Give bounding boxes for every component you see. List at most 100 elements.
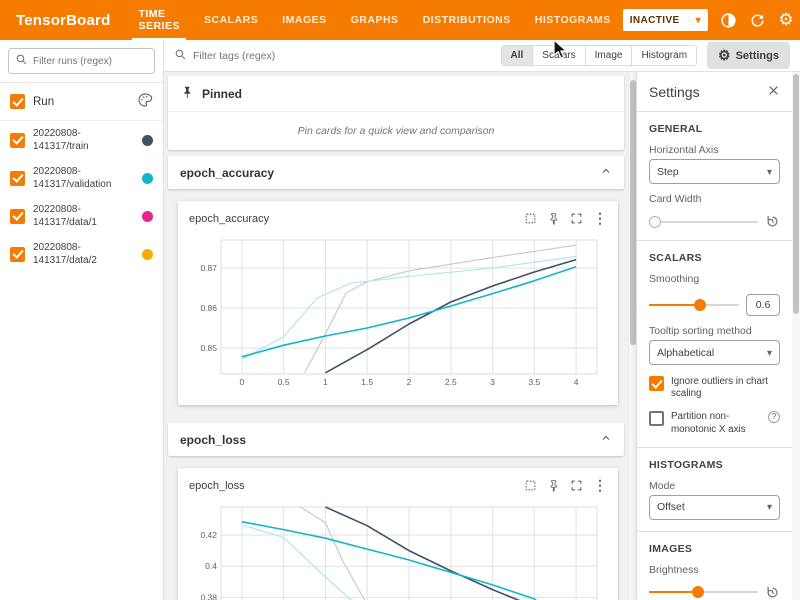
settings-panel-title: Settings [649, 84, 700, 100]
reset-card-width-icon[interactable] [765, 214, 780, 229]
pin-card-icon[interactable] [547, 479, 560, 492]
tooltip-sorting-select[interactable]: Alphabetical [649, 340, 780, 365]
run-name-line2: 141317/data/2 [33, 254, 97, 267]
chevron-up-icon[interactable] [600, 165, 612, 180]
refresh-icon[interactable] [748, 11, 766, 29]
smoothing-slider[interactable] [649, 298, 739, 312]
section-epoch-accuracy: epoch_accuracy epoch_accuracy [168, 156, 624, 417]
filter-tags-input[interactable]: Filter tags (regex) [174, 48, 275, 64]
help-icon[interactable] [768, 411, 780, 423]
gear-icon[interactable] [777, 11, 795, 29]
tab-distributions[interactable]: DISTRIBUTIONS [411, 0, 523, 40]
scalars-heading: SCALARS [649, 252, 780, 264]
settings-toggle-button[interactable]: Settings [707, 42, 790, 69]
pin-card-icon[interactable] [547, 212, 560, 225]
filter-image-button[interactable]: Image [585, 46, 632, 65]
run-color-dot[interactable] [142, 173, 153, 184]
status-value: INACTIVE [630, 15, 680, 26]
theme-contrast-icon[interactable] [719, 11, 737, 29]
card-actions [524, 477, 607, 494]
settings-button-label: Settings [736, 50, 779, 62]
main-scrollbar[interactable] [628, 72, 636, 600]
histograms-heading: HISTOGRAMS [649, 459, 780, 471]
run-name-line2: 141317/train [33, 140, 89, 153]
scrollbar-thumb[interactable] [793, 74, 799, 314]
settings-scrollbar[interactable] [792, 72, 800, 600]
run-row-data-1[interactable]: 20220808- 141317/data/1 [0, 197, 163, 235]
card-header: epoch_accuracy [187, 206, 609, 230]
scalar-card-epoch-accuracy: epoch_accuracy [178, 201, 618, 405]
fullscreen-icon[interactable] [570, 212, 583, 225]
select-all-runs-checkbox[interactable] [10, 94, 25, 109]
tab-time-series[interactable]: TIME SERIES [126, 0, 192, 40]
brightness-label: Brightness [649, 564, 780, 576]
epoch-loss-chart[interactable]: 00.511.522.533.540.360.380.40.42 [187, 499, 609, 600]
run-checkbox[interactable] [10, 133, 25, 148]
run-row-train[interactable]: 20220808- 141317/train [0, 121, 163, 159]
section-title: epoch_accuracy [180, 166, 274, 180]
close-icon[interactable] [767, 84, 780, 100]
run-color-dot[interactable] [142, 135, 153, 146]
horizontal-axis-value: Step [657, 166, 679, 178]
chart-container: 00.511.522.533.540.360.380.40.42 [187, 499, 609, 600]
svg-text:0.42: 0.42 [200, 530, 217, 540]
chevron-up-icon[interactable] [600, 432, 612, 447]
partition-x-axis-checkbox[interactable] [649, 411, 664, 426]
tab-histograms[interactable]: HISTOGRAMS [523, 0, 623, 40]
card-actions [524, 210, 607, 227]
divider [637, 531, 792, 532]
filter-runs-placeholder: Filter runs (regex) [33, 56, 112, 67]
card-header: epoch_loss [187, 473, 609, 497]
pinned-title: Pinned [202, 87, 242, 101]
ignore-outliers-checkbox[interactable] [649, 376, 664, 391]
run-checkbox[interactable] [10, 247, 25, 262]
data-fit-icon[interactable] [524, 212, 537, 225]
filter-all-button[interactable]: All [502, 46, 533, 65]
fullscreen-icon[interactable] [570, 479, 583, 492]
settings-panel-header: Settings [649, 84, 780, 100]
more-options-icon[interactable] [593, 477, 607, 494]
svg-text:1.5: 1.5 [361, 377, 373, 387]
filter-histogram-button[interactable]: Histogram [631, 46, 696, 65]
filter-runs-input[interactable]: Filter runs (regex) [8, 48, 155, 74]
more-options-icon[interactable] [593, 210, 607, 227]
svg-text:0: 0 [240, 377, 245, 387]
data-fit-icon[interactable] [524, 479, 537, 492]
histogram-mode-select[interactable]: Offset [649, 495, 780, 520]
svg-text:3.5: 3.5 [528, 377, 540, 387]
histogram-mode-value: Offset [657, 501, 685, 513]
horizontal-axis-select[interactable]: Step [649, 159, 780, 184]
chevron-down-icon [767, 347, 772, 359]
tab-graphs[interactable]: GRAPHS [339, 0, 411, 40]
section-header-epoch-accuracy[interactable]: epoch_accuracy [168, 156, 624, 189]
run-row-validation[interactable]: 20220808- 141317/validation [0, 159, 163, 197]
run-row-data-2[interactable]: 20220808- 141317/data/2 [0, 235, 163, 273]
pinned-section: Pinned Pin cards for a quick view and co… [168, 76, 624, 150]
reset-brightness-icon[interactable] [765, 585, 780, 600]
card-width-label: Card Width [649, 193, 780, 205]
search-icon [174, 48, 187, 64]
epoch-accuracy-chart[interactable]: 00.511.522.533.540.850.860.87 [187, 232, 609, 397]
run-name-line1: 20220808- [33, 241, 97, 254]
brightness-slider[interactable] [649, 585, 758, 599]
run-checkbox[interactable] [10, 171, 25, 186]
run-color-dot[interactable] [142, 249, 153, 260]
header-controls: INACTIVE [623, 9, 800, 31]
tab-images[interactable]: IMAGES [270, 0, 338, 40]
reload-status-select[interactable]: INACTIVE [623, 9, 708, 31]
palette-icon[interactable] [137, 92, 153, 111]
filter-tags-placeholder: Filter tags (regex) [193, 50, 275, 62]
partition-x-axis-row[interactable]: Partition non-monotonic X axis [649, 411, 780, 435]
runs-sidebar: Filter runs (regex) Run 20220808- 141317… [0, 40, 164, 600]
smoothing-value-input[interactable]: 0.6 [746, 294, 780, 316]
card-width-slider[interactable] [649, 215, 758, 229]
tab-scalars[interactable]: SCALARS [192, 0, 270, 40]
run-checkbox[interactable] [10, 209, 25, 224]
tooltip-sorting-value: Alphabetical [657, 347, 714, 359]
ignore-outliers-row[interactable]: Ignore outliers in chart scaling [649, 376, 780, 400]
divider [637, 111, 792, 112]
section-header-epoch-loss[interactable]: epoch_loss [168, 423, 624, 456]
main-nav: TIME SERIES SCALARS IMAGES GRAPHS DISTRI… [126, 0, 622, 40]
svg-text:0.85: 0.85 [200, 343, 217, 353]
run-color-dot[interactable] [142, 211, 153, 222]
